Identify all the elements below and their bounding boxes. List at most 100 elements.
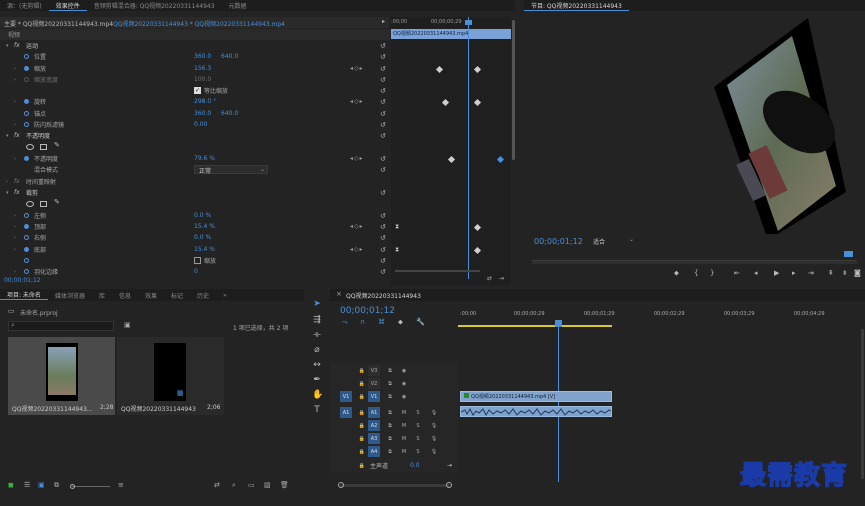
pen-mask-icon[interactable]: ✎ (54, 141, 60, 149)
timeline-vertical-scrollbar[interactable] (861, 329, 864, 479)
stopwatch-icon[interactable] (24, 54, 29, 59)
lift-icon[interactable]: ⇞ (828, 269, 834, 277)
reset-icon[interactable]: ↺ (380, 65, 386, 73)
add-marker-icon[interactable]: ⬥ (674, 269, 679, 278)
mute-button[interactable]: M (398, 420, 410, 431)
blend-mode-select[interactable]: 正常 ⌄ (194, 165, 268, 175)
project-search-input[interactable]: ⌕ (8, 321, 114, 331)
uniform-scale-checkbox[interactable]: ✓ (194, 87, 201, 94)
timeline-playhead[interactable] (558, 327, 559, 482)
sequence-clip-label[interactable]: QQ视频20220331144943 * QQ视频20220331144943.… (113, 19, 285, 28)
timeline-zoom-handle-left[interactable] (338, 482, 344, 488)
keyframe[interactable] (473, 98, 482, 107)
sync-lock-icon[interactable]: ⧉ (384, 420, 396, 431)
stopwatch-icon[interactable] (24, 247, 29, 252)
program-title[interactable]: 节目: QQ视频20220331144943 (524, 1, 629, 11)
razor-tool-icon[interactable]: ⌀ (312, 345, 322, 355)
tab-metadata[interactable]: 元数据 (222, 1, 254, 10)
lock-icon[interactable]: 🔒 (356, 420, 368, 431)
new-bin-icon[interactable]: ▣ (124, 321, 131, 329)
expand-icon[interactable]: › (14, 77, 16, 83)
source-patch-a1[interactable]: A1 (340, 407, 352, 418)
track-label[interactable]: V1 (368, 391, 380, 402)
reset-icon[interactable]: ↺ (380, 234, 386, 242)
tab-library[interactable]: 库 (92, 291, 112, 300)
crop-zoom-checkbox[interactable] (194, 257, 201, 264)
go-to-out-icon[interactable]: ⇥ (808, 269, 814, 277)
tab-audio-mixer[interactable]: 音频剪辑混合器: QQ视频20220331144943 (87, 1, 222, 10)
ripple-edit-tool-icon[interactable]: ⟛ (312, 330, 322, 340)
keyframe[interactable] (473, 65, 482, 74)
stopwatch-icon[interactable] (24, 66, 29, 71)
stopwatch-icon[interactable] (24, 99, 29, 104)
track-label[interactable]: V2 (368, 378, 380, 389)
stopwatch-icon[interactable] (24, 235, 29, 240)
lock-icon[interactable]: ◼ (8, 481, 14, 489)
step-back-icon[interactable]: ◂ (754, 269, 758, 277)
work-area-bar[interactable] (458, 325, 612, 327)
sync-lock-icon[interactable]: ⧉ (384, 407, 396, 418)
expand-icon[interactable]: › (14, 269, 16, 275)
audio-clip[interactable] (460, 406, 612, 417)
thumbnail-size-slider[interactable] (72, 486, 110, 487)
keyframe[interactable] (473, 223, 482, 232)
stopwatch-icon[interactable] (24, 111, 29, 116)
expand-icon[interactable]: › (14, 66, 16, 72)
program-timecode[interactable]: 00;00;01;12 (534, 237, 583, 246)
time-remap-row[interactable]: › fx 时间重映射 (0, 176, 390, 187)
ellipse-mask-icon[interactable] (26, 144, 34, 150)
find-icon[interactable]: ⌕ (232, 481, 236, 490)
source-patch-v1[interactable]: V1 (340, 391, 352, 402)
lock-icon[interactable]: 🔒 (356, 365, 368, 376)
stopwatch-icon[interactable] (24, 224, 29, 229)
keyframe[interactable] (447, 155, 456, 164)
more-tabs-icon[interactable]: » (216, 292, 234, 299)
keyframe[interactable] (435, 65, 444, 74)
sync-lock-icon[interactable]: ⧉ (384, 446, 396, 457)
extract-icon[interactable]: ⇟ (842, 269, 848, 277)
lock-icon[interactable]: 🔒 (356, 407, 368, 418)
mute-button[interactable]: M (398, 407, 410, 418)
lock-icon[interactable]: 🔒 (356, 460, 368, 471)
linked-selection-icon[interactable]: ⌘ (378, 318, 385, 326)
tab-project[interactable]: 项目: 未命名 (0, 290, 48, 300)
add-marker-icon[interactable]: ⬥ (398, 318, 403, 327)
lock-icon[interactable]: 🔒 (356, 391, 368, 402)
slip-tool-icon[interactable]: ↔ (312, 360, 322, 370)
ec-timecode[interactable]: 00;00;01;12 (4, 277, 41, 284)
sort-icon[interactable]: ≡ (118, 481, 124, 489)
stopwatch-icon[interactable] (24, 156, 29, 161)
fit-select[interactable]: 适合 ⌄ (590, 236, 636, 246)
mute-button[interactable]: M (398, 433, 410, 444)
rectangle-mask-icon[interactable] (40, 144, 47, 150)
play-icon[interactable]: ▶ (774, 269, 779, 277)
pen-tool-icon[interactable]: ✒ (312, 375, 322, 385)
track-label[interactable]: A2 (368, 420, 380, 431)
trash-icon[interactable]: 🗑 (280, 481, 289, 489)
lock-icon[interactable]: 🔒 (356, 433, 368, 444)
program-playhead[interactable] (844, 251, 853, 257)
reset-icon[interactable]: ↺ (380, 268, 386, 276)
solo-button[interactable]: S (412, 407, 424, 418)
eye-icon[interactable]: ◉ (398, 378, 410, 389)
lock-icon[interactable]: 🔒 (356, 446, 368, 457)
reset-icon[interactable]: ↺ (380, 223, 386, 231)
ec-playhead[interactable] (468, 17, 469, 279)
list-view-icon[interactable]: ☰ (24, 481, 30, 489)
keyframe-nav[interactable]: ◂◇▸ (350, 246, 364, 253)
expand-icon[interactable]: › (14, 122, 16, 128)
expand-icon[interactable]: › (14, 156, 16, 162)
ec-clip-bar[interactable]: QQ视频20220331144943.mp4 (391, 29, 511, 39)
ec-zoom-slider[interactable] (395, 270, 480, 272)
pen-mask-icon[interactable]: ✎ (54, 198, 60, 206)
sync-lock-icon[interactable]: ⧉ (384, 391, 396, 402)
reset-icon[interactable]: ↺ (380, 42, 386, 50)
lock-icon[interactable]: 🔒 (356, 378, 368, 389)
timeline-ruler[interactable]: :00;00 00;00;00;29 00;00;01;29 00;00;02;… (458, 309, 865, 327)
nest-icon[interactable]: ⤳ (342, 318, 348, 327)
reset-icon[interactable]: ↺ (380, 212, 386, 220)
track-label[interactable]: A3 (368, 433, 380, 444)
tab-effects[interactable]: 效果 (138, 291, 164, 300)
sync-lock-icon[interactable]: ⧉ (384, 365, 396, 376)
settings-wrench-icon[interactable]: 🔧 (416, 318, 425, 326)
